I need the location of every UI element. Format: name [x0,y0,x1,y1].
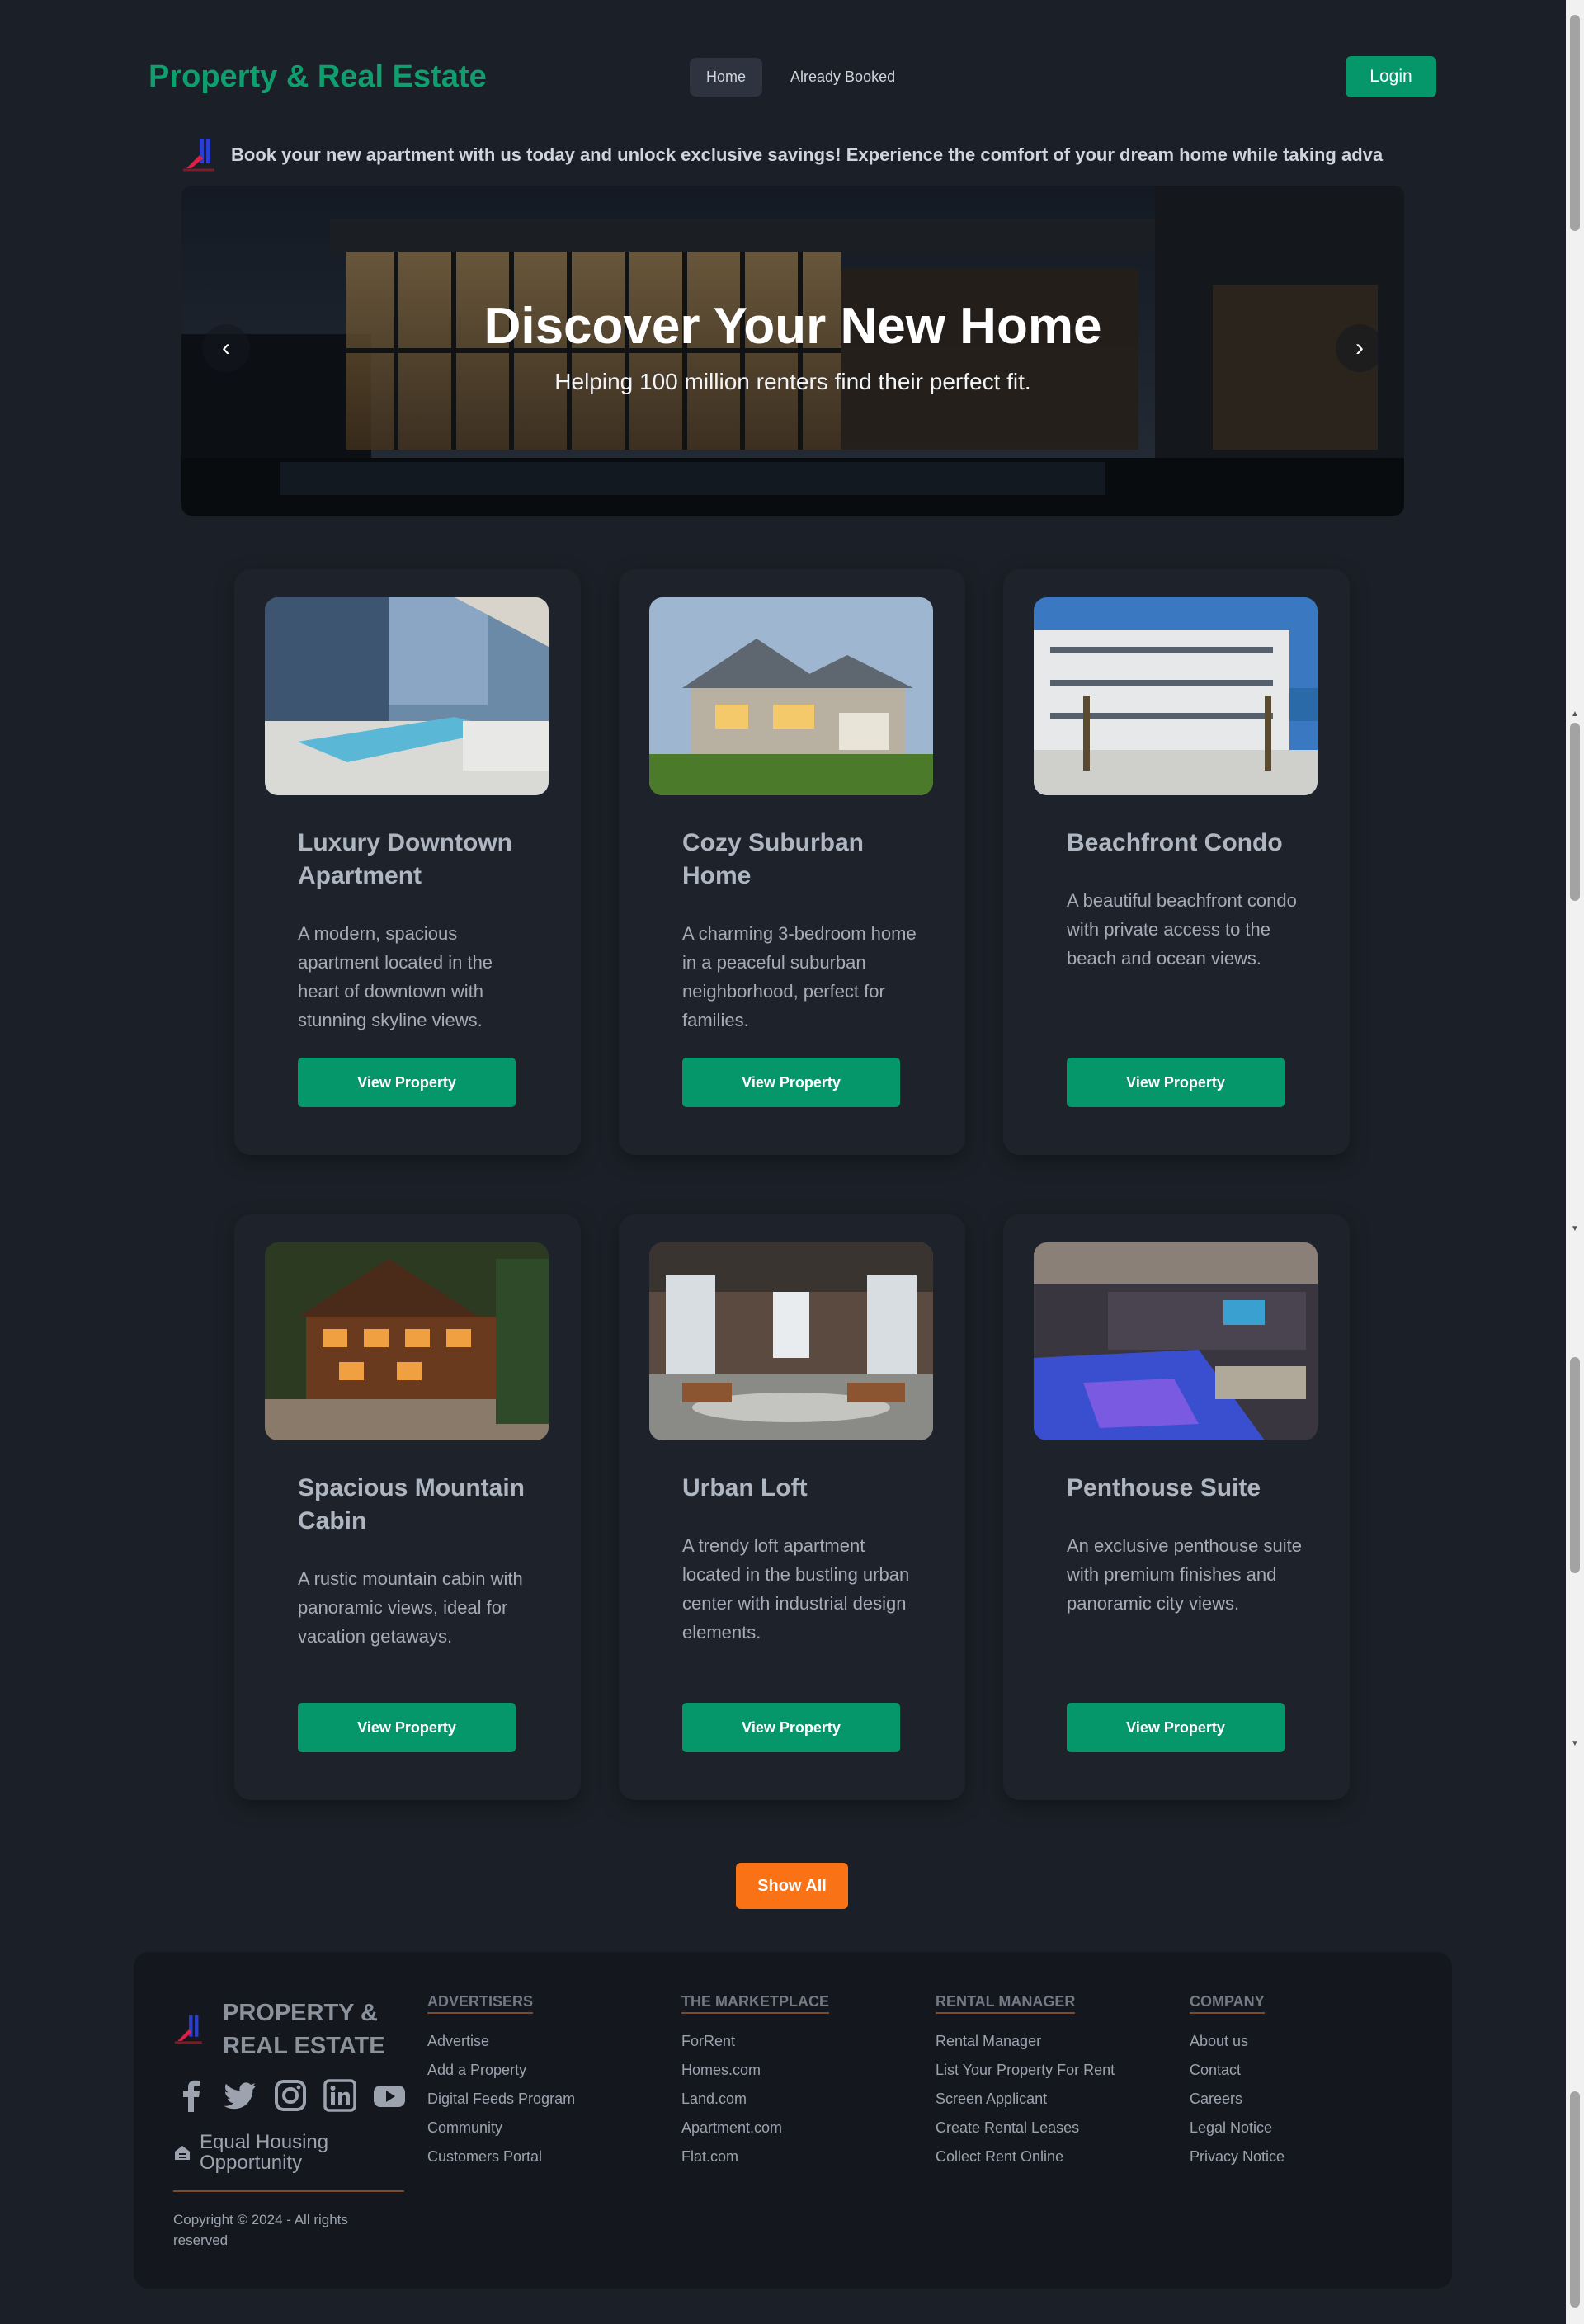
property-title: Penthouse Suite [1067,1474,1261,1501]
footer-link[interactable]: Contact [1190,2056,1285,2085]
property-card: Spacious Mountain Cabin A rustic mountai… [234,1214,581,1800]
property-description: A modern, spacious apartment located in … [298,923,493,1030]
carousel-prev-button[interactable]: ‹ [202,324,250,372]
footer-column-rental-manager: Rental Manager Rental Manager List Your … [936,1993,1115,2171]
nav-already-booked[interactable]: Already Booked [774,58,912,97]
scroll-down-arrow-icon[interactable]: ▼ [1570,1739,1580,1748]
footer-link[interactable]: Flat.com [681,2143,829,2171]
footer-link[interactable]: Screen Applicant [936,2085,1115,2114]
site-footer: Property & Real Estate Equal Housing Opp… [134,1952,1452,2289]
footer-link[interactable]: Apartment.com [681,2114,829,2143]
footer-link[interactable]: Customers Portal [427,2143,575,2171]
property-image [649,1242,933,1440]
footer-link[interactable]: Community [427,2114,575,2143]
property-description: An exclusive penthouse suite with premiu… [1067,1535,1302,1614]
chevron-right-icon: › [1355,334,1364,361]
footer-link[interactable]: Rental Manager [936,2027,1115,2056]
footer-link[interactable]: Legal Notice [1190,2114,1285,2143]
footer-link[interactable]: Advertise [427,2027,575,2056]
scrollbar-thumb[interactable] [1570,723,1580,901]
property-title: Luxury Downtown Apartment [298,829,512,889]
promo-text: Book your new apartment with us today an… [231,144,1384,165]
property-title: Urban Loft [682,1474,808,1501]
property-card: Luxury Downtown Apartment A modern, spac… [234,569,581,1155]
property-card: Beachfront Condo A beautiful beachfront … [1003,569,1350,1155]
promo-banner: Book your new apartment with us today an… [182,137,1404,173]
scrollbar-thumb[interactable] [1570,1357,1580,1573]
footer-column-heading: The Marketplace [681,1993,829,2014]
youtube-icon[interactable] [373,2079,406,2112]
footer-link[interactable]: About us [1190,2027,1285,2056]
equal-housing-text: Equal Housing Opportunity [200,2131,329,2174]
view-property-button[interactable]: View Property [298,1058,516,1107]
footer-brand: Property & Real Estate [223,2000,385,2059]
property-description: A trendy loft apartment located in the b… [682,1535,910,1643]
footer-link[interactable]: Privacy Notice [1190,2143,1285,2171]
footer-link[interactable]: Homes.com [681,2056,829,2085]
property-description: A charming 3-bedroom home in a peaceful … [682,923,917,1030]
footer-column-company: Company About us Contact Careers Legal N… [1190,1993,1285,2171]
footer-link[interactable]: Collect Rent Online [936,2143,1115,2171]
site-brand[interactable]: Property & Real Estate [148,59,487,95]
footer-link[interactable]: List Your Property For Rent [936,2056,1115,2085]
property-card: Urban Loft A trendy loft apartment locat… [619,1214,965,1800]
show-all-button[interactable]: Show All [736,1863,848,1909]
property-grid: Luxury Downtown Apartment A modern, spac… [234,569,1350,1800]
property-description: A beautiful beachfront condo with privat… [1067,890,1297,969]
footer-link[interactable]: Careers [1190,2085,1285,2114]
footer-link[interactable]: ForRent [681,2027,829,2056]
property-image [265,597,549,795]
footer-link[interactable]: Add a Property [427,2056,575,2085]
nav-home[interactable]: Home [690,58,763,97]
property-image [1034,597,1318,795]
login-button[interactable]: Login [1346,56,1436,97]
hero-title: Discover Your New Home [483,298,1102,355]
equal-housing-icon [173,2132,191,2166]
brand-logo-icon [173,2011,206,2048]
footer-column-advertisers: Advertisers Advertise Add a Property Dig… [427,1993,575,2171]
brand-logo-icon [182,137,219,173]
instagram-icon[interactable] [274,2079,307,2112]
footer-link[interactable]: Create Rental Leases [936,2114,1115,2143]
property-card: Cozy Suburban Home A charming 3-bedroom … [619,569,965,1155]
carousel-next-button[interactable]: › [1336,324,1384,372]
hero-carousel: Discover Your New Home Helping 100 milli… [182,186,1404,516]
view-property-button[interactable]: View Property [1067,1703,1285,1752]
scrollbar-thumb[interactable] [1570,15,1580,231]
scrollbar-thumb[interactable] [1570,2091,1580,2308]
view-property-button[interactable]: View Property [682,1058,900,1107]
footer-column-heading: Advertisers [427,1993,534,2014]
property-title: Beachfront Condo [1067,829,1283,856]
chevron-left-icon: ‹ [222,334,230,361]
hero-subtitle: Helping 100 million renters find their p… [554,369,1031,394]
property-card: Penthouse Suite An exclusive penthouse s… [1003,1214,1350,1800]
social-links [175,2079,406,2112]
footer-column-heading: Company [1190,1993,1265,2014]
scroll-down-arrow-icon[interactable]: ▼ [1570,1224,1580,1233]
property-image [1034,1242,1318,1440]
page-scrollbar[interactable]: ▲ ▼ ▼ [1566,0,1584,2324]
copyright: Copyright © 2024 - All rights reserved [173,2212,348,2248]
linkedin-icon[interactable] [323,2079,356,2112]
view-property-button[interactable]: View Property [682,1703,900,1752]
footer-divider [173,2190,404,2192]
main-nav: Home Already Booked [690,58,912,97]
footer-link[interactable]: Land.com [681,2085,829,2114]
property-title: Cozy Suburban Home [682,829,865,889]
property-description: A rustic mountain cabin with panoramic v… [298,1568,523,1647]
property-image [649,597,933,795]
equal-housing: Equal Housing Opportunity [173,2132,356,2173]
scroll-down-arrow-icon[interactable]: ▲ [1570,709,1580,719]
twitter-icon[interactable] [224,2079,257,2112]
footer-column-heading: Rental Manager [936,1993,1076,2014]
property-image [265,1242,549,1440]
property-title: Spacious Mountain Cabin [298,1474,526,1534]
facebook-icon[interactable] [175,2079,208,2112]
footer-link[interactable]: Digital Feeds Program [427,2085,575,2114]
footer-column-marketplace: The Marketplace ForRent Homes.com Land.c… [681,1993,829,2171]
view-property-button[interactable]: View Property [298,1703,516,1752]
view-property-button[interactable]: View Property [1067,1058,1285,1107]
